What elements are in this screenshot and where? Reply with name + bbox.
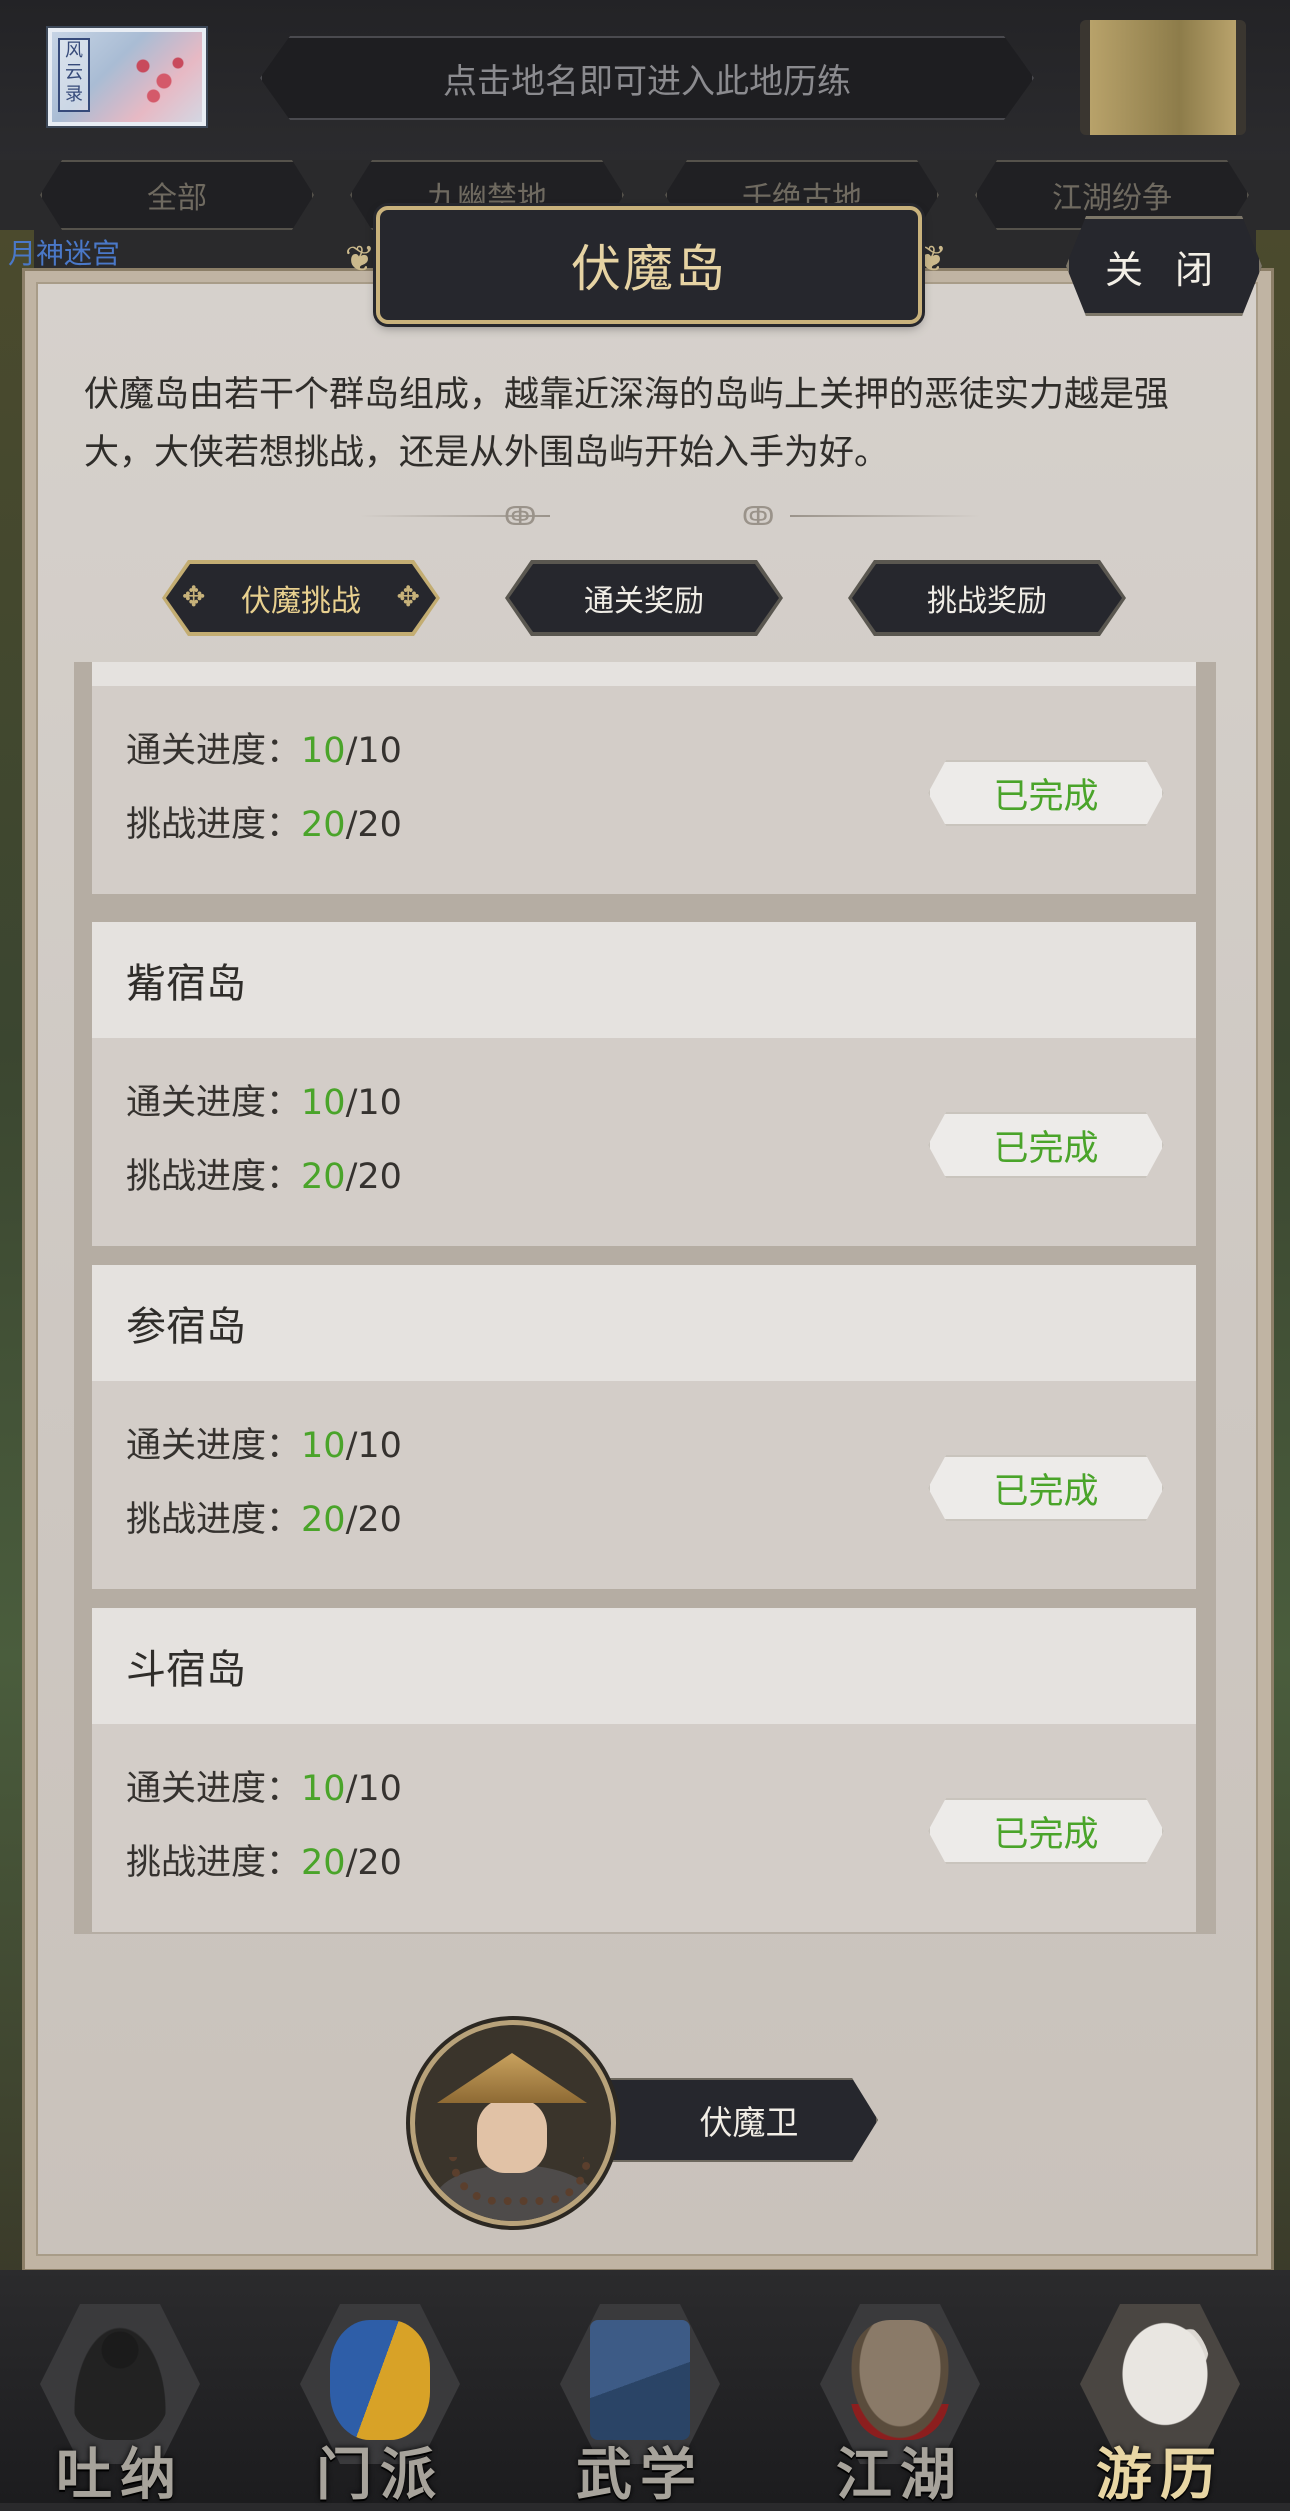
plum-blossom-icon: [122, 48, 192, 108]
white-horse-icon: [1110, 2320, 1210, 2440]
island-name: 斗宿岛: [92, 1608, 1196, 1724]
completed-badge[interactable]: 已完成: [928, 1798, 1164, 1864]
nav-menpai[interactable]: 门派: [290, 2290, 470, 2508]
map-location-label[interactable]: 月神迷宫: [8, 232, 120, 272]
straw-hat-icon: [437, 2053, 587, 2103]
straw-hat-icon: [850, 2320, 950, 2440]
clear-progress: 通关进度：10/10: [126, 731, 402, 771]
scroll-books-icon: [590, 2320, 690, 2440]
divider-ornament-icon: ↂ: [742, 502, 775, 532]
nav-label: 武学: [576, 2442, 704, 2508]
nav-tuna[interactable]: 吐纳: [30, 2290, 210, 2508]
nav-label: 吐纳: [56, 2442, 184, 2508]
tab-corner-ornament-icon: ✥: [396, 580, 420, 613]
nav-jianghu[interactable]: 江湖: [810, 2290, 990, 2508]
divider-ornament-icon: ↂ: [504, 502, 537, 532]
island-description: 伏魔岛由若干个群岛组成，越靠近深海的岛屿上关押的恶徒实力越是强大，大侠若想挑战，…: [84, 375, 1170, 473]
clear-progress: 通关进度：10/10: [126, 1769, 402, 1809]
hint-bar: 点击地名即可进入此地历练: [260, 36, 1034, 120]
tab-clear-rewards[interactable]: 通关奖励: [505, 560, 783, 636]
tab-label: 伏魔挑战: [241, 584, 361, 619]
sect-banner-icon: [330, 2320, 430, 2440]
island-card: 参宿岛 通关进度：10/10 挑战进度：20/20 已完成: [92, 1265, 1196, 1589]
completed-badge[interactable]: 已完成: [928, 760, 1164, 826]
npc-avatar[interactable]: [410, 2020, 616, 2226]
clear-progress: 通关进度：10/10: [126, 1426, 402, 1466]
island-list[interactable]: 通关进度：10/10 挑战进度：20/20 已完成 觜宿岛 通关进度：10/10…: [74, 662, 1216, 1934]
tab-label: 通关奖励: [584, 584, 704, 619]
region-map-thumbnail[interactable]: 风云录: [46, 26, 208, 128]
category-tab-all[interactable]: 全部: [40, 160, 314, 230]
completed-badge[interactable]: 已完成: [928, 1455, 1164, 1521]
island-name: 参宿岛: [92, 1265, 1196, 1381]
challenge-progress: 挑战进度：20/20: [126, 1500, 402, 1540]
meditation-icon: [70, 2320, 170, 2440]
clear-progress: 通关进度：10/10: [126, 1083, 402, 1123]
world-map-scroll-icon[interactable]: [1080, 20, 1246, 135]
island-card: 斗宿岛 通关进度：10/10 挑战进度：20/20 已完成: [92, 1608, 1196, 1932]
nav-label: 江湖: [836, 2442, 964, 2508]
island-card: 觜宿岛 通关进度：10/10 挑战进度：20/20 已完成: [92, 922, 1196, 1246]
island-card: 通关进度：10/10 挑战进度：20/20 已完成: [92, 662, 1196, 894]
tab-challenge-rewards[interactable]: 挑战奖励: [848, 560, 1126, 636]
island-name: [92, 662, 1196, 686]
tab-demon-challenge[interactable]: ✥ 伏魔挑战 ✥: [162, 560, 440, 636]
nav-wuxue[interactable]: 武学: [550, 2290, 730, 2508]
island-name: 觜宿岛: [92, 922, 1196, 1038]
divider-right: [790, 515, 980, 517]
nav-label: 游历: [1096, 2442, 1224, 2508]
thumbnail-seal: 风云录: [58, 38, 90, 112]
challenge-progress: 挑战进度：20/20: [126, 805, 402, 845]
completed-badge[interactable]: 已完成: [928, 1112, 1164, 1178]
challenge-progress: 挑战进度：20/20: [126, 1157, 402, 1197]
tab-corner-ornament-icon: ✥: [182, 580, 206, 613]
npc-name-plate[interactable]: 伏魔卫: [590, 2078, 878, 2162]
title-ornament-left-icon: ❦: [344, 239, 376, 280]
nav-label: 门派: [316, 2442, 444, 2508]
challenge-progress: 挑战进度：20/20: [126, 1843, 402, 1883]
tab-label: 挑战奖励: [927, 584, 1047, 619]
dialog-title: 伏魔岛: [376, 206, 922, 324]
close-button[interactable]: 关 闭: [1066, 216, 1262, 316]
nav-youli[interactable]: 游历: [1070, 2290, 1250, 2508]
